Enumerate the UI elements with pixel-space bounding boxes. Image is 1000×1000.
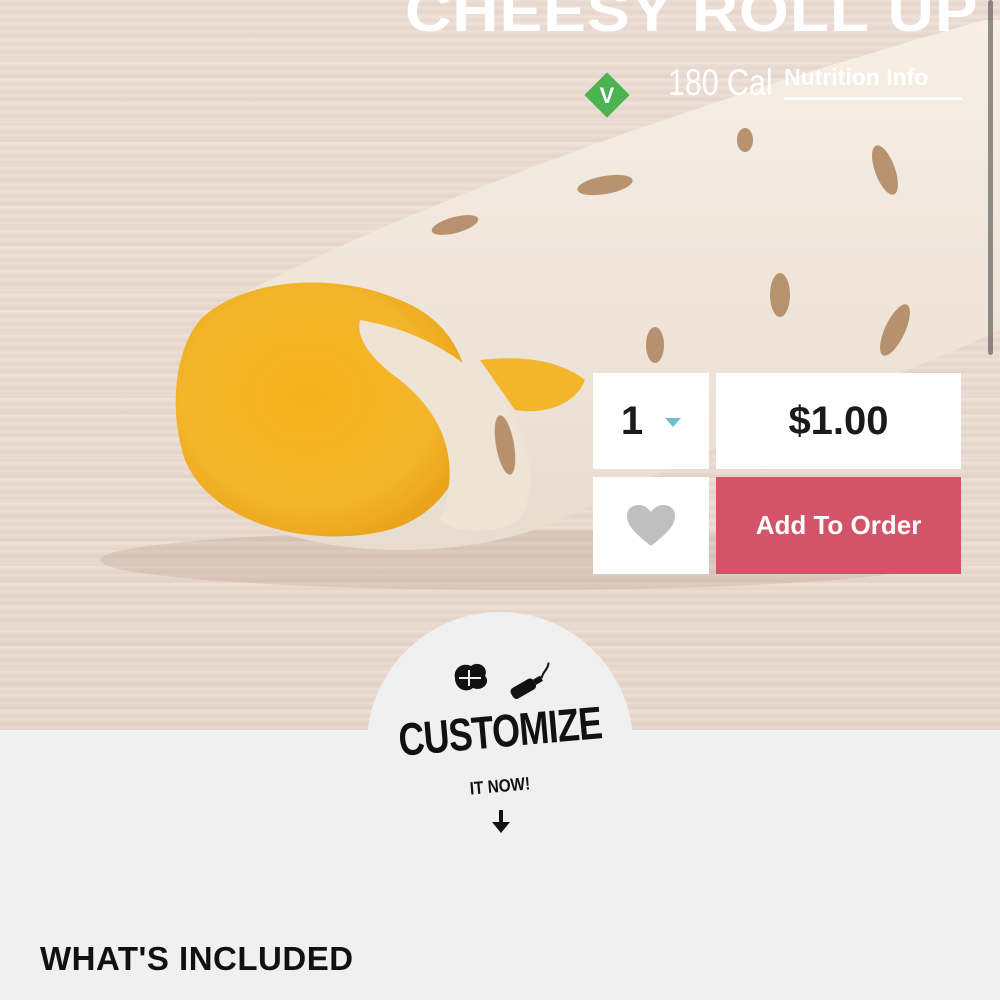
sauce-bottle-icon (510, 662, 550, 699)
scrollbar[interactable] (988, 0, 993, 355)
favorite-button[interactable] (593, 477, 709, 574)
calorie-count: 180 Cal (668, 62, 773, 103)
price-value: $1.00 (788, 398, 889, 443)
add-to-order-button[interactable]: Add To Order (716, 477, 961, 574)
customize-title: CUSTOMIZE (396, 696, 604, 766)
customize-subtitle: IT NOW! (469, 773, 531, 799)
heart-icon (627, 504, 675, 546)
vegetarian-badge-letter: V (600, 83, 615, 108)
vegetarian-badge-icon: V (584, 72, 630, 118)
price-box: $1.00 (716, 373, 961, 469)
product-title: CHEESY ROLL UP (405, 0, 979, 44)
whats-included-heading: WHAT'S INCLUDED (40, 940, 354, 977)
customize-it-now-button[interactable]: CUSTOMIZE IT NOW! (367, 612, 633, 878)
customize-icons (454, 662, 550, 699)
nutrition-info-link[interactable]: Nutrition Info (784, 64, 962, 100)
lettuce-icon (454, 663, 488, 691)
chevron-down-icon (665, 417, 682, 427)
arrow-down-icon (492, 810, 510, 833)
quantity-value: 1 (620, 398, 644, 443)
quantity-select[interactable]: 1 (593, 373, 709, 469)
